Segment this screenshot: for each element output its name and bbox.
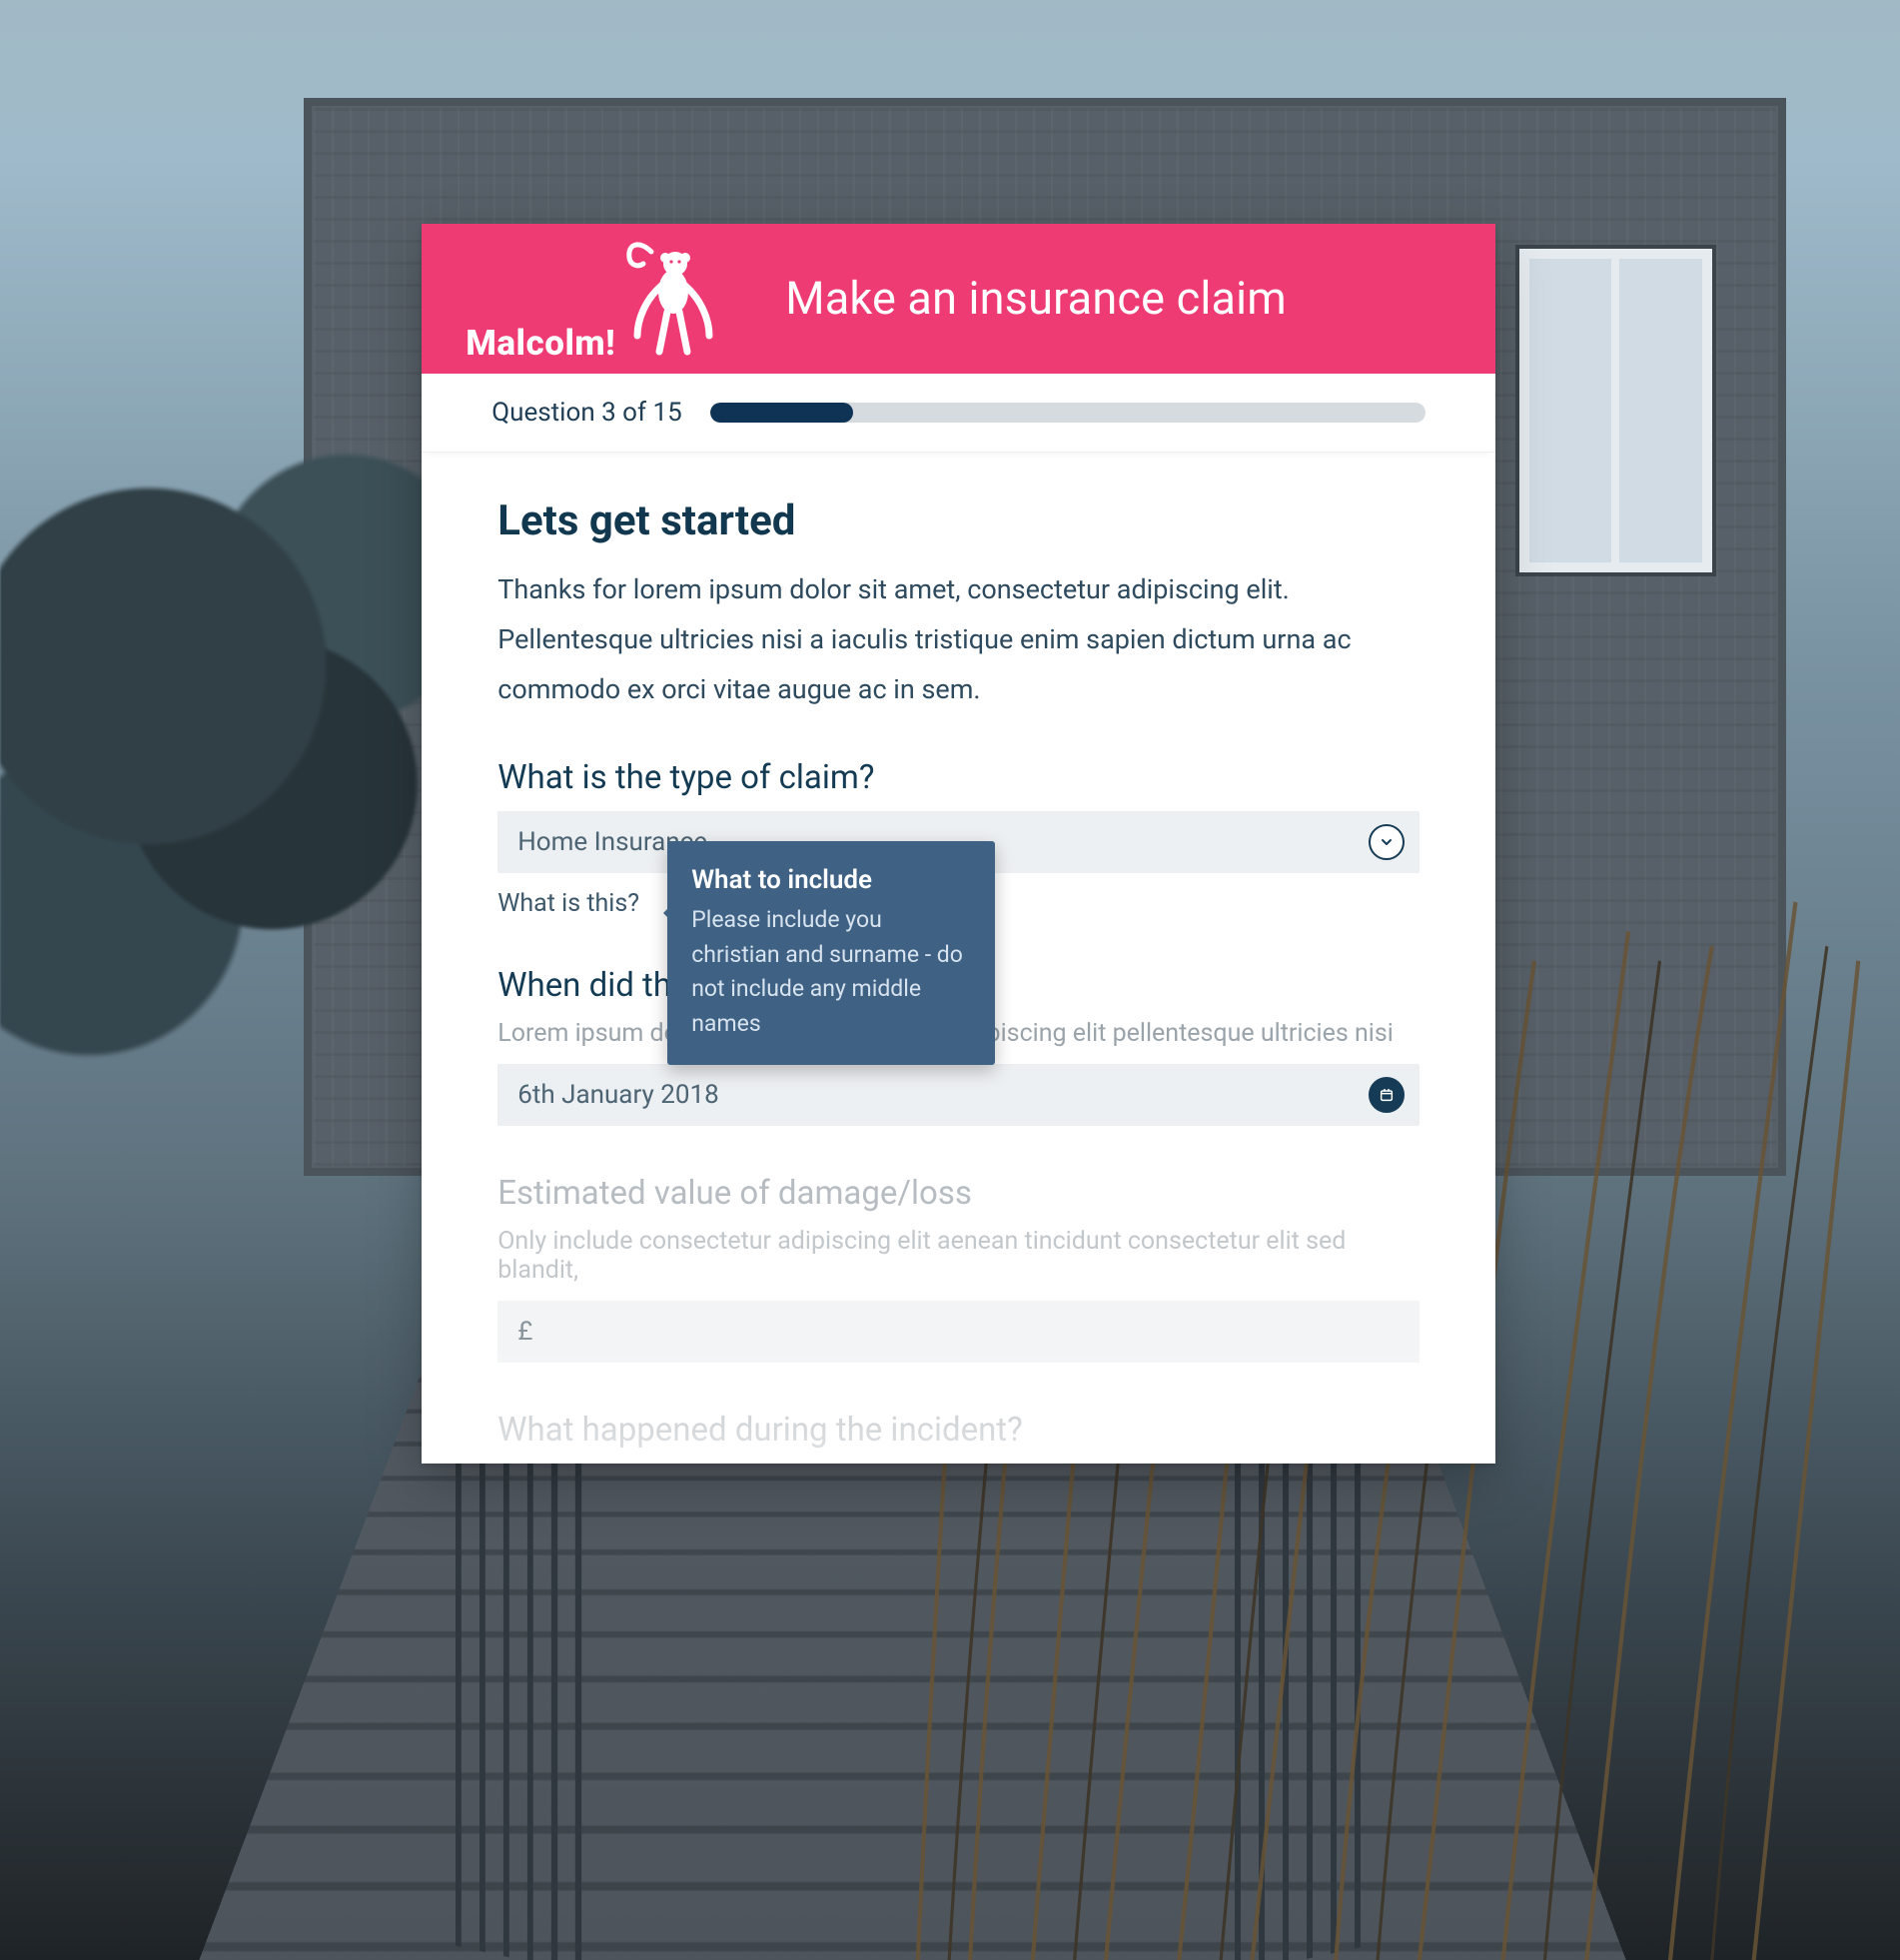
bg-trees xyxy=(0,353,494,1137)
question-help: Only include consectetur adipiscing elit… xyxy=(497,1227,1420,1285)
tooltip-title: What to include xyxy=(691,865,971,895)
progress-label: Question 3 of 15 xyxy=(491,398,682,428)
brand-name: Malcolm! xyxy=(466,323,615,364)
form-title: Make an insurance claim xyxy=(785,272,1287,325)
page-intro: Thanks for lorem ipsum dolor sit amet, c… xyxy=(497,565,1397,715)
progress-track xyxy=(710,403,1425,423)
page-title: Lets get started xyxy=(497,496,1420,545)
question-label: What is the type of claim? xyxy=(497,758,1420,797)
bg-window xyxy=(1519,249,1712,572)
question-damage-value: Estimated value of damage/loss Only incl… xyxy=(497,1174,1420,1363)
form-header: Malcolm! xyxy=(422,224,1495,374)
form-body: Lets get started Thanks for lorem ipsum … xyxy=(422,453,1495,1451)
monkey-icon xyxy=(619,234,719,364)
question-claim-type: What is the type of claim? Home Insuranc… xyxy=(497,758,1420,918)
what-is-this-link[interactable]: What is this? xyxy=(497,889,639,918)
calendar-icon[interactable] xyxy=(1368,1076,1406,1114)
incident-date-input[interactable]: 6th January 2018 xyxy=(497,1064,1420,1126)
question-what-happened: What happened during the incident? xyxy=(497,1411,1420,1450)
brand: Malcolm! xyxy=(466,234,745,364)
tooltip: What to include Please include you chris… xyxy=(667,841,995,1065)
incident-date-value: 6th January 2018 xyxy=(517,1080,718,1110)
question-label: Estimated value of damage/loss xyxy=(497,1174,1420,1213)
chevron-down-icon[interactable] xyxy=(1368,823,1406,861)
progress-bar-section: Question 3 of 15 xyxy=(422,374,1495,453)
damage-value-input[interactable]: £ xyxy=(497,1301,1420,1363)
progress-fill xyxy=(710,403,853,423)
form-card: Malcolm! xyxy=(422,224,1495,1465)
tooltip-body: Please include you christian and surname… xyxy=(691,903,971,1041)
currency-prefix: £ xyxy=(517,1317,532,1347)
question-label: What happened during the incident? xyxy=(497,1411,1420,1450)
